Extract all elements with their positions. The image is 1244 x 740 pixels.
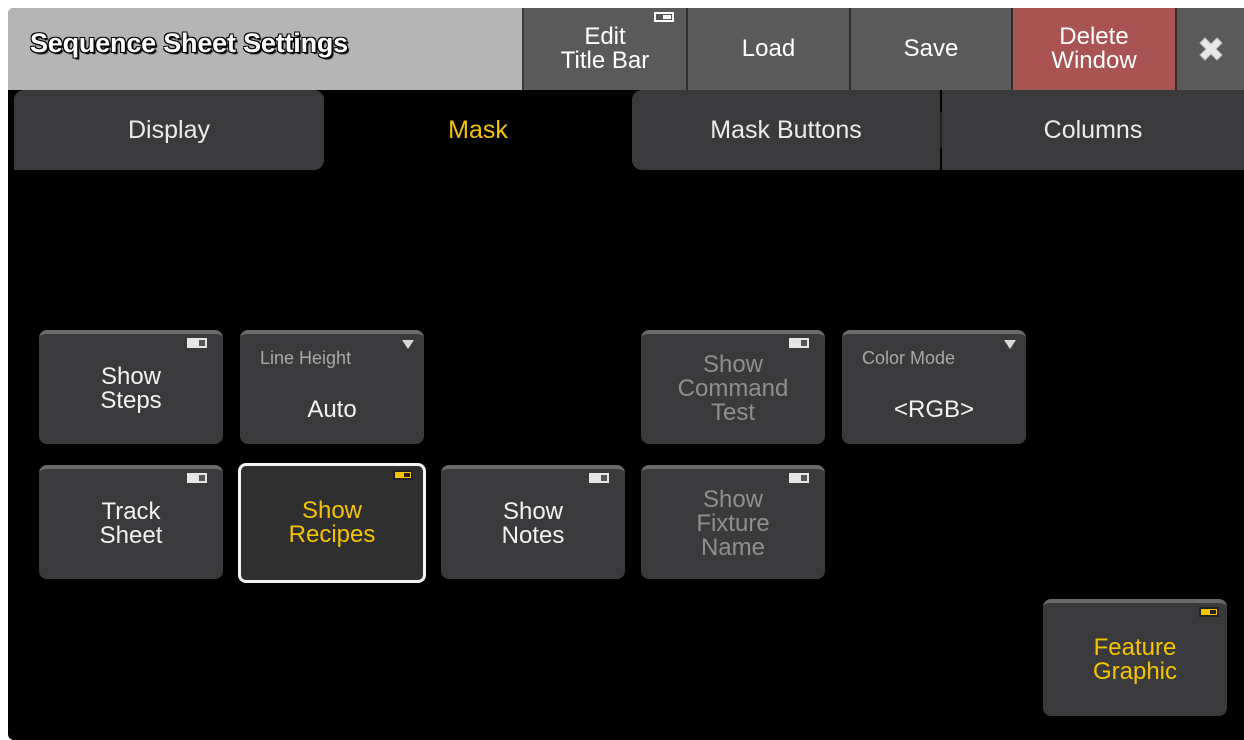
- show-fixture-name-button[interactable]: Show Fixture Name: [641, 465, 825, 579]
- show-recipes-button[interactable]: Show Recipes: [238, 463, 426, 583]
- toggle-indicator-icon: [654, 12, 674, 22]
- tab-mask-label: Mask: [448, 115, 508, 144]
- show-fixture-name-label: Show Fixture Name: [696, 486, 770, 561]
- tab-mask-buttons-label: Mask Buttons: [710, 115, 862, 144]
- line-height-value: Auto: [307, 396, 357, 423]
- tab-divider: [940, 112, 942, 148]
- tab-columns-label: Columns: [1043, 115, 1143, 144]
- toggle-off-icon: [789, 338, 809, 348]
- tab-display[interactable]: Display: [14, 90, 324, 170]
- save-button[interactable]: Save: [851, 8, 1013, 90]
- toggle-off-icon: [789, 473, 809, 483]
- window-title: Sequence Sheet Settings: [30, 28, 348, 58]
- line-height-label: Line Height: [260, 348, 352, 368]
- toggle-off-icon: [187, 473, 207, 483]
- save-label: Save: [903, 35, 959, 62]
- show-recipes-label: Show Recipes: [288, 497, 376, 548]
- color-mode-value: <RGB>: [893, 396, 975, 423]
- show-command-test-label: Show Command Test: [677, 351, 789, 426]
- color-mode-dropdown[interactable]: Color Mode <RGB>: [842, 330, 1026, 444]
- show-steps-label: Show Steps: [100, 363, 162, 414]
- tab-mask[interactable]: Mask: [324, 90, 632, 170]
- line-height-dropdown[interactable]: Line Height Auto: [240, 330, 424, 444]
- feature-graphic-label: Feature Graphic: [1092, 633, 1178, 685]
- toggle-on-icon: [393, 470, 413, 480]
- show-command-test-button[interactable]: Show Command Test: [641, 330, 825, 444]
- track-sheet-label: Track Sheet: [99, 498, 163, 549]
- load-button[interactable]: Load: [688, 8, 851, 90]
- tab-columns[interactable]: Columns: [942, 90, 1244, 170]
- tab-display-label: Display: [128, 115, 210, 144]
- color-mode-label: Color Mode: [862, 348, 956, 368]
- window-title-area: Sequence Sheet Settings: [8, 8, 524, 90]
- track-sheet-button[interactable]: Track Sheet: [39, 465, 223, 579]
- dropdown-arrow-icon: [402, 340, 414, 349]
- toggle-on-icon: [1199, 607, 1219, 617]
- load-label: Load: [741, 35, 796, 62]
- show-steps-button[interactable]: Show Steps: [39, 330, 223, 444]
- toggle-off-icon: [187, 338, 207, 348]
- settings-window: Sequence Sheet Settings Edit Title Bar L…: [8, 8, 1244, 740]
- dropdown-arrow-icon: [1004, 340, 1016, 349]
- title-bar: Sequence Sheet Settings Edit Title Bar L…: [8, 8, 1244, 90]
- edit-title-bar-button[interactable]: Edit Title Bar: [524, 8, 688, 90]
- tab-mask-buttons[interactable]: Mask Buttons: [632, 90, 940, 170]
- delete-window-button[interactable]: Delete Window: [1013, 8, 1177, 90]
- close-icon: [1198, 37, 1223, 61]
- close-button[interactable]: [1177, 8, 1244, 90]
- edit-title-bar-label: Edit Title Bar: [560, 23, 650, 74]
- show-notes-button[interactable]: Show Notes: [441, 465, 625, 579]
- show-notes-label: Show Notes: [501, 498, 565, 549]
- delete-window-label: Delete Window: [1051, 23, 1137, 74]
- toggle-off-icon: [589, 473, 609, 483]
- feature-graphic-button[interactable]: Feature Graphic: [1043, 599, 1227, 716]
